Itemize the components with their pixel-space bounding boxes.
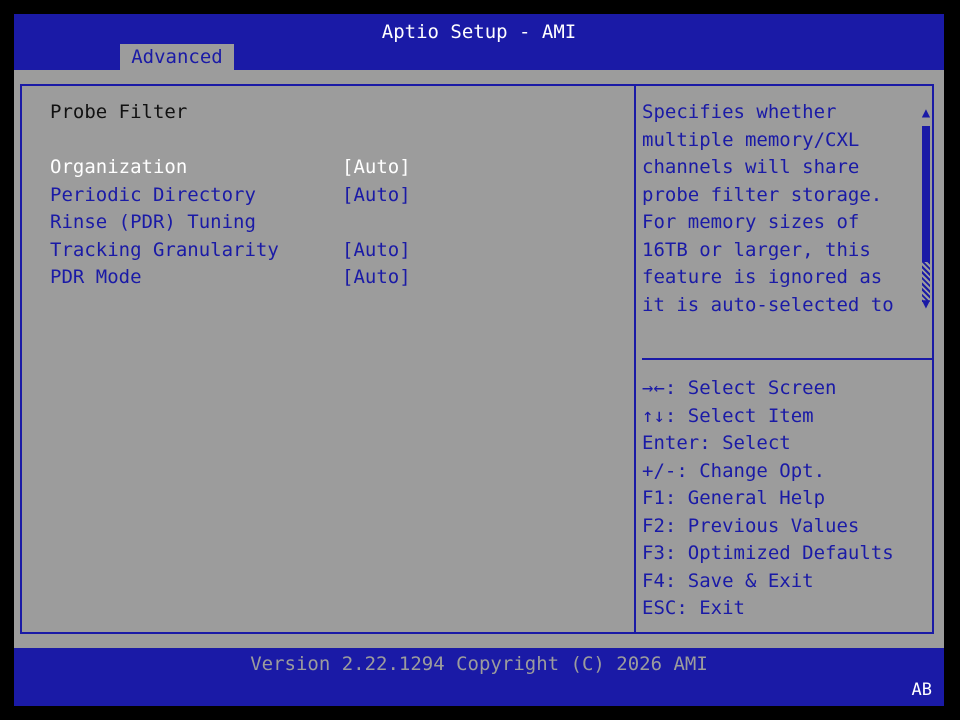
bios-screen: Aptio Setup - AMI Advanced Probe Filter …	[14, 14, 944, 706]
key-help-line: →←: Select Screen	[642, 376, 836, 400]
help-line: multiple memory/CXL	[642, 129, 860, 151]
key-help-line: F4: Save & Exit	[642, 570, 814, 592]
setting-pdr-mode-label[interactable]: PDR Mode	[50, 265, 142, 289]
header-bar: Aptio Setup - AMI Advanced	[14, 14, 944, 70]
key-help-line: Enter: Select	[642, 432, 791, 454]
version-text: Version 2.22.1294 Copyright (C) 2026 AMI	[250, 653, 708, 675]
help-line: it is auto-selected to	[642, 294, 894, 316]
key-help-desc: : Select Item	[664, 405, 814, 427]
help-line: 16TB or larger, this	[642, 239, 871, 261]
key-help-line: ↑↓: Select Item	[642, 404, 814, 428]
scroll-up-icon[interactable]: ▲	[918, 105, 934, 121]
help-line: Specifies whether	[642, 101, 837, 123]
app-title: Aptio Setup - AMI	[381, 21, 577, 43]
setting-tracking-granularity-label[interactable]: Tracking Granularity	[50, 238, 279, 262]
help-line: channels will share	[642, 156, 860, 178]
arrows-up-down-icon: ↑↓	[642, 405, 665, 427]
footer-bar: Version 2.22.1294 Copyright (C) 2026 AMI…	[14, 648, 944, 706]
section-title: Probe Filter	[50, 101, 188, 123]
setting-pdr-tuning-label[interactable]: Periodic Directory	[50, 183, 256, 207]
panel-divider	[634, 84, 636, 634]
key-help-line: ESC: Exit	[642, 597, 745, 619]
scroll-thumb[interactable]	[922, 126, 930, 262]
arrows-left-right-icon: →←	[642, 377, 665, 399]
key-help-line: F2: Previous Values	[642, 515, 860, 537]
setting-pdr-mode-value[interactable]: [Auto]	[342, 265, 411, 289]
setting-pdr-tuning-label-line2[interactable]: Rinse (PDR) Tuning	[50, 210, 256, 234]
tab-advanced[interactable]: Advanced	[120, 44, 234, 70]
help-line: probe filter storage.	[642, 184, 883, 206]
help-line: For memory sizes of	[642, 211, 860, 233]
key-help-line: F1: General Help	[642, 487, 826, 509]
key-help-line: +/-: Change Opt.	[642, 460, 826, 482]
setting-organization-value[interactable]: [Auto]	[342, 155, 411, 179]
help-line: feature is ignored as	[642, 266, 883, 288]
help-divider	[642, 358, 932, 360]
key-help-desc: : Select Screen	[664, 377, 837, 399]
scroll-down-icon[interactable]: ▼	[918, 296, 934, 312]
key-help-line: F3: Optimized Defaults	[642, 542, 894, 564]
help-scrollbar[interactable]	[922, 126, 930, 302]
setting-pdr-tuning-value[interactable]: [Auto]	[342, 183, 411, 207]
corner-label: AB	[911, 680, 932, 700]
setting-tracking-granularity-value[interactable]: [Auto]	[342, 238, 411, 262]
setting-organization-label[interactable]: Organization	[50, 155, 187, 179]
